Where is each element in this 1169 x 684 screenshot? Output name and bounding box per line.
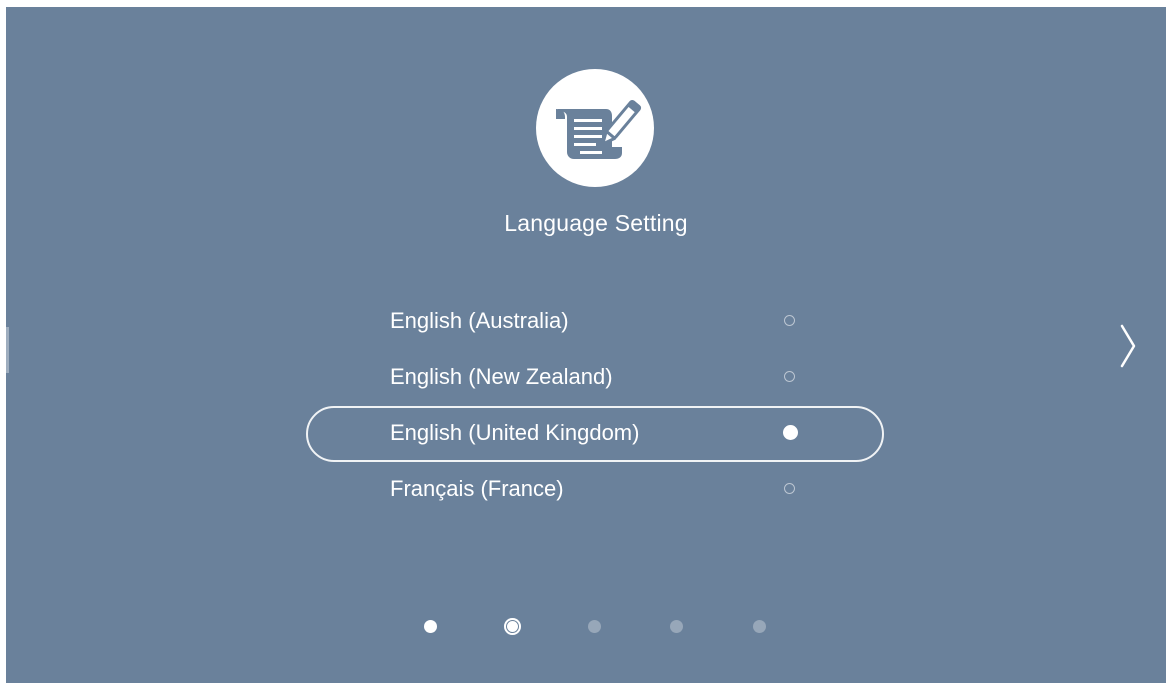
radio-unselected-icon[interactable]	[784, 483, 795, 494]
page-dot-3[interactable]	[588, 620, 601, 633]
previous-page-handle[interactable]	[6, 327, 9, 373]
page-dot-4[interactable]	[670, 620, 683, 633]
language-option-francais-france[interactable]: Français (France)	[306, 462, 884, 518]
chevron-right-icon[interactable]	[1116, 320, 1140, 372]
radio-unselected-icon[interactable]	[784, 315, 795, 326]
page-dot-1[interactable]	[424, 620, 437, 633]
language-option-label: English (Australia)	[390, 308, 569, 333]
document-pen-icon	[536, 69, 654, 187]
language-list: English (Australia) English (New Zealand…	[306, 294, 884, 518]
language-option-english-united-kingdom[interactable]: English (United Kingdom)	[306, 406, 884, 462]
language-option-english-australia[interactable]: English (Australia)	[306, 294, 884, 350]
page-indicator	[6, 617, 1166, 637]
radio-selected-icon[interactable]	[783, 425, 798, 440]
page-title: Language Setting	[504, 210, 688, 236]
page-dot-5[interactable]	[753, 620, 766, 633]
language-option-english-new-zealand[interactable]: English (New Zealand)	[306, 350, 884, 406]
language-option-label: English (New Zealand)	[390, 364, 613, 389]
page-dot-2[interactable]	[504, 618, 521, 635]
radio-unselected-icon[interactable]	[784, 371, 795, 382]
language-option-label: Français (France)	[390, 476, 564, 501]
language-option-label: English (United Kingdom)	[390, 420, 640, 445]
language-setup-screen: Language Setting English (Australia) Eng…	[6, 7, 1166, 683]
